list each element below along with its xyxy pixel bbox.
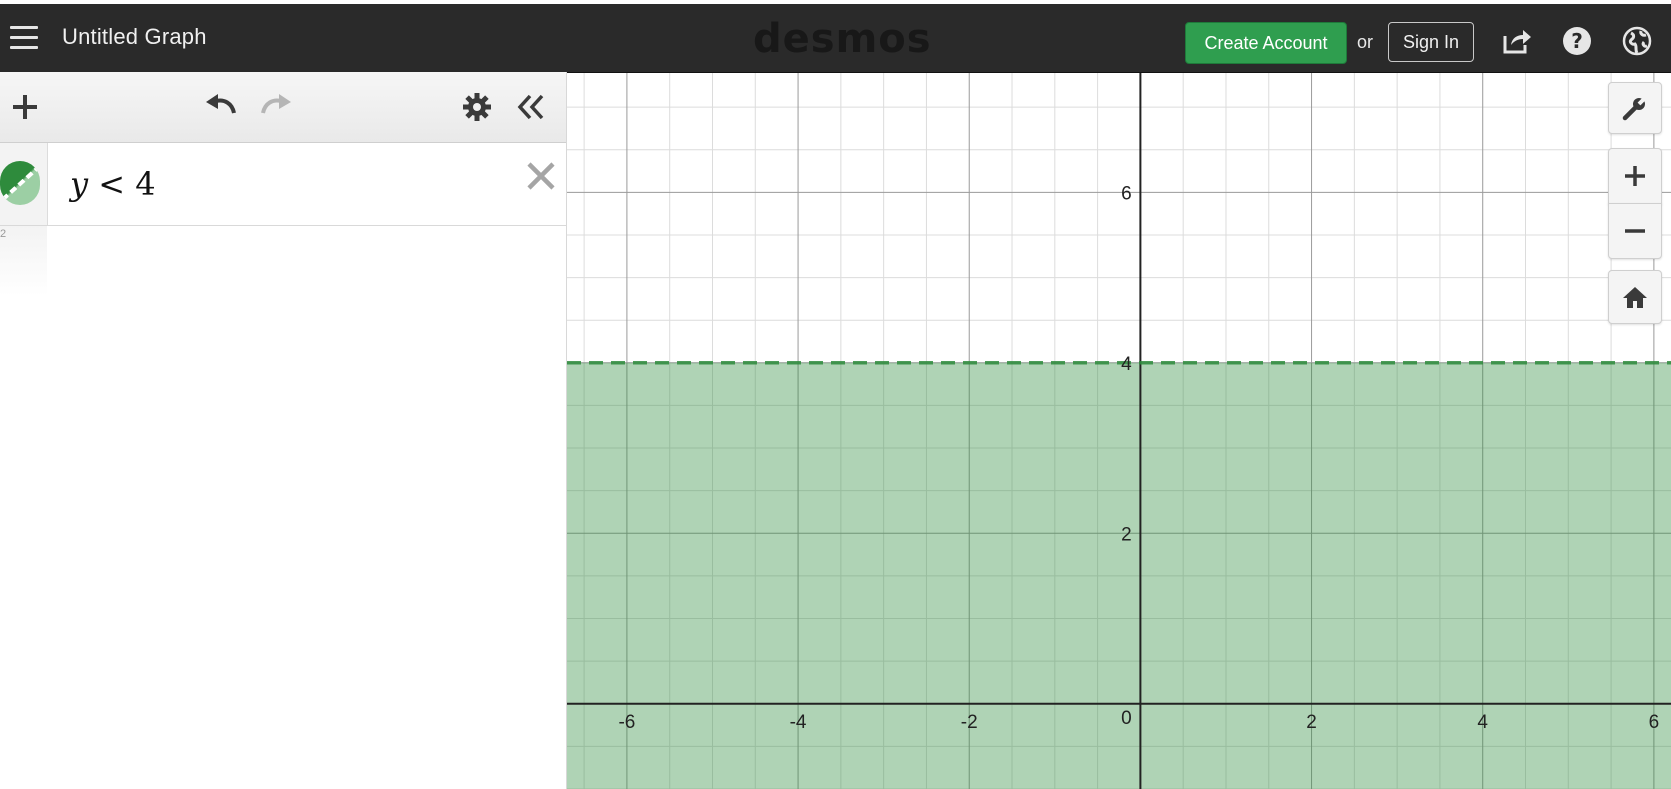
svg-text:?: ? bbox=[1571, 29, 1583, 53]
expression-operator: < bbox=[98, 165, 126, 203]
y-tick-label: 6 bbox=[1121, 183, 1132, 204]
expression-gutter-empty: 2 bbox=[0, 226, 47, 296]
wrench-icon[interactable] bbox=[1608, 82, 1662, 134]
close-icon[interactable] bbox=[524, 159, 558, 193]
or-label: or bbox=[1357, 32, 1374, 52]
zoom-in-icon[interactable] bbox=[1608, 148, 1662, 204]
expression-variable: y bbox=[70, 165, 89, 203]
x-tick-label: -4 bbox=[790, 712, 807, 733]
sign-in-button[interactable]: Sign In bbox=[1388, 22, 1474, 62]
create-account-button[interactable]: Create Account bbox=[1185, 22, 1347, 64]
top-header: Untitled Graph desmos Create Account or … bbox=[0, 4, 1671, 73]
expression-gutter bbox=[0, 143, 48, 225]
x-tick-label: 2 bbox=[1306, 712, 1317, 733]
redo-icon[interactable] bbox=[259, 88, 293, 122]
new-expression-row[interactable]: 2 bbox=[0, 226, 566, 296]
desmos-logo: desmos bbox=[753, 16, 932, 62]
x-tick-label: 4 bbox=[1477, 712, 1488, 733]
help-icon[interactable]: ? bbox=[1560, 24, 1594, 58]
add-icon[interactable] bbox=[8, 90, 42, 124]
settings-icon[interactable] bbox=[460, 90, 494, 124]
expression-row[interactable]: y < 4 bbox=[0, 143, 566, 226]
inequality-shaded-region bbox=[567, 362, 1671, 789]
graph-title[interactable]: Untitled Graph bbox=[62, 24, 207, 50]
expression-panel: y < 4 2 bbox=[0, 72, 567, 789]
inequality-style-icon[interactable] bbox=[0, 161, 40, 205]
y-tick-label: 4 bbox=[1121, 354, 1132, 375]
menu-icon[interactable] bbox=[10, 26, 38, 50]
expression-math[interactable]: y < 4 bbox=[70, 165, 156, 203]
x-tick-label: -2 bbox=[961, 712, 978, 733]
home-icon[interactable] bbox=[1608, 270, 1662, 324]
undo-icon[interactable] bbox=[204, 88, 238, 122]
y-tick-label: 2 bbox=[1121, 524, 1132, 545]
expression-value: 4 bbox=[135, 165, 156, 203]
collapse-icon[interactable] bbox=[514, 90, 548, 124]
graph-svg[interactable]: -6 -4 -2 2 4 6 2 4 6 0 bbox=[567, 73, 1671, 789]
graph-canvas[interactable]: -6 -4 -2 2 4 6 2 4 6 0 bbox=[567, 73, 1671, 789]
x-tick-label: -6 bbox=[618, 712, 635, 733]
share-icon[interactable] bbox=[1500, 24, 1534, 58]
row-number: 2 bbox=[0, 228, 7, 240]
origin-label: 0 bbox=[1121, 708, 1132, 729]
globe-icon[interactable] bbox=[1620, 24, 1654, 58]
zoom-out-icon[interactable] bbox=[1608, 203, 1662, 259]
expression-toolbar bbox=[0, 72, 566, 143]
x-tick-label: 6 bbox=[1649, 712, 1660, 733]
